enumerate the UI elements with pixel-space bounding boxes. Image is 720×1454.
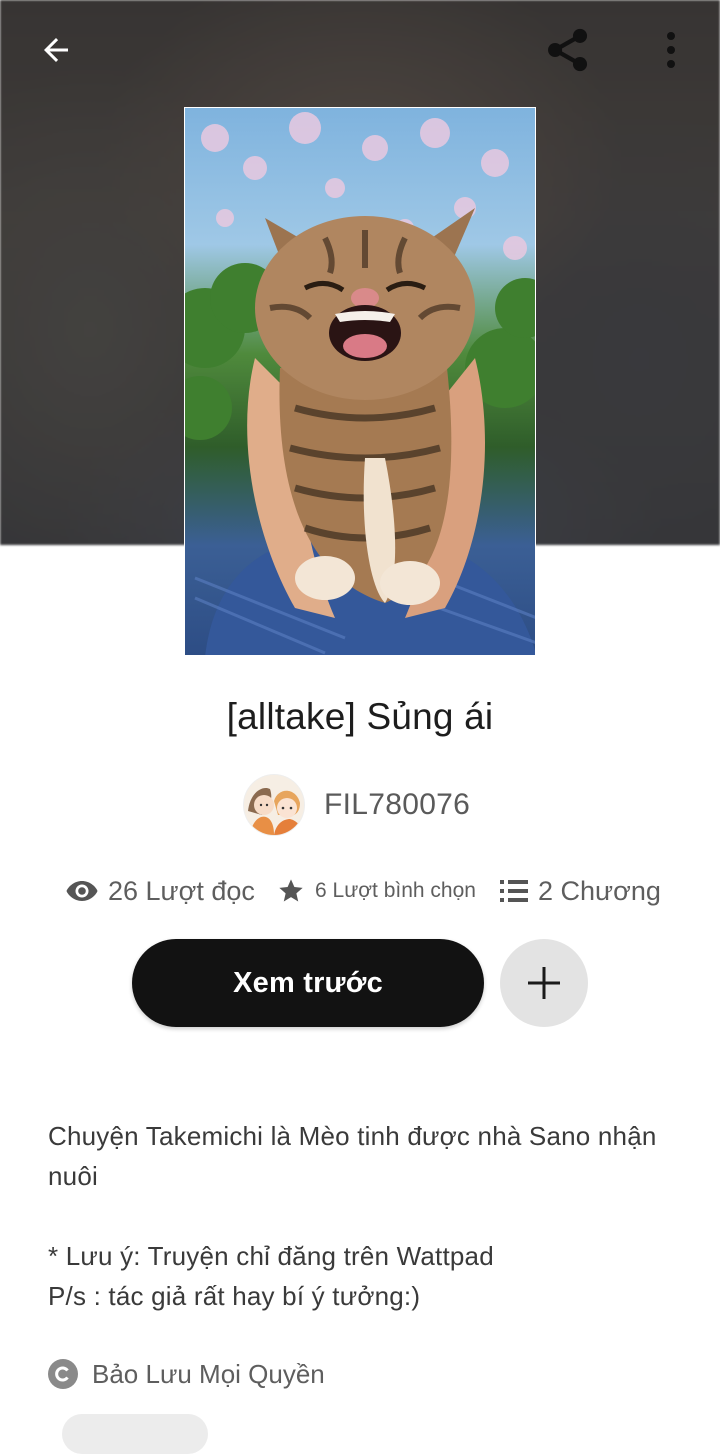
story-title: [alltake] Sủng ái [226, 696, 494, 737]
share-icon [548, 28, 588, 72]
parts-count: 2 Chương [538, 875, 661, 906]
story-description: Chuyện Takemichi là Mèo tinh được nhà Sa… [48, 1121, 657, 1191]
parts-stat: 2 Chương [500, 870, 661, 912]
note-line: P/s : tác giả rất hay bí ý tưởng:) [48, 1281, 421, 1311]
back-button[interactable] [26, 20, 86, 80]
preview-button[interactable]: Xem trước [132, 939, 484, 1027]
eye-icon [66, 881, 98, 901]
star-icon [279, 879, 303, 902]
author-name[interactable]: FIL780076 [324, 788, 470, 822]
share-button[interactable] [537, 20, 597, 80]
add-to-library-button[interactable] [500, 939, 588, 1027]
author-avatar[interactable] [244, 775, 304, 835]
note-line: * Lưu ý: Truyện chỉ đăng trên Wattpad [48, 1241, 494, 1271]
reads-count: 26 Lượt đọc [108, 875, 255, 906]
votes-stat: 6 Lượt bình chọn [277, 870, 476, 912]
copyright-row: Bảo Lưu Mọi Quyền [48, 1354, 325, 1394]
more-vertical-icon [667, 32, 675, 68]
votes-count: 6 Lượt bình chọn [315, 879, 476, 902]
copyright-label: Bảo Lưu Mọi Quyền [92, 1358, 325, 1389]
copyright-icon [48, 1359, 78, 1389]
list-icon [500, 880, 528, 902]
plus-icon [528, 967, 560, 999]
more-options-button[interactable] [641, 20, 701, 80]
tag-chip[interactable] [62, 1414, 208, 1454]
author-row[interactable]: FIL780076 [244, 775, 470, 835]
arrow-left-icon [44, 38, 68, 62]
cat-photo [185, 112, 535, 655]
story-cover-image[interactable] [184, 107, 536, 656]
reads-stat: 26 Lượt đọc [66, 870, 255, 912]
avatar-illustration [244, 775, 304, 835]
story-note: * Lưu ý: Truyện chỉ đăng trên Wattpad P/… [48, 1236, 688, 1316]
